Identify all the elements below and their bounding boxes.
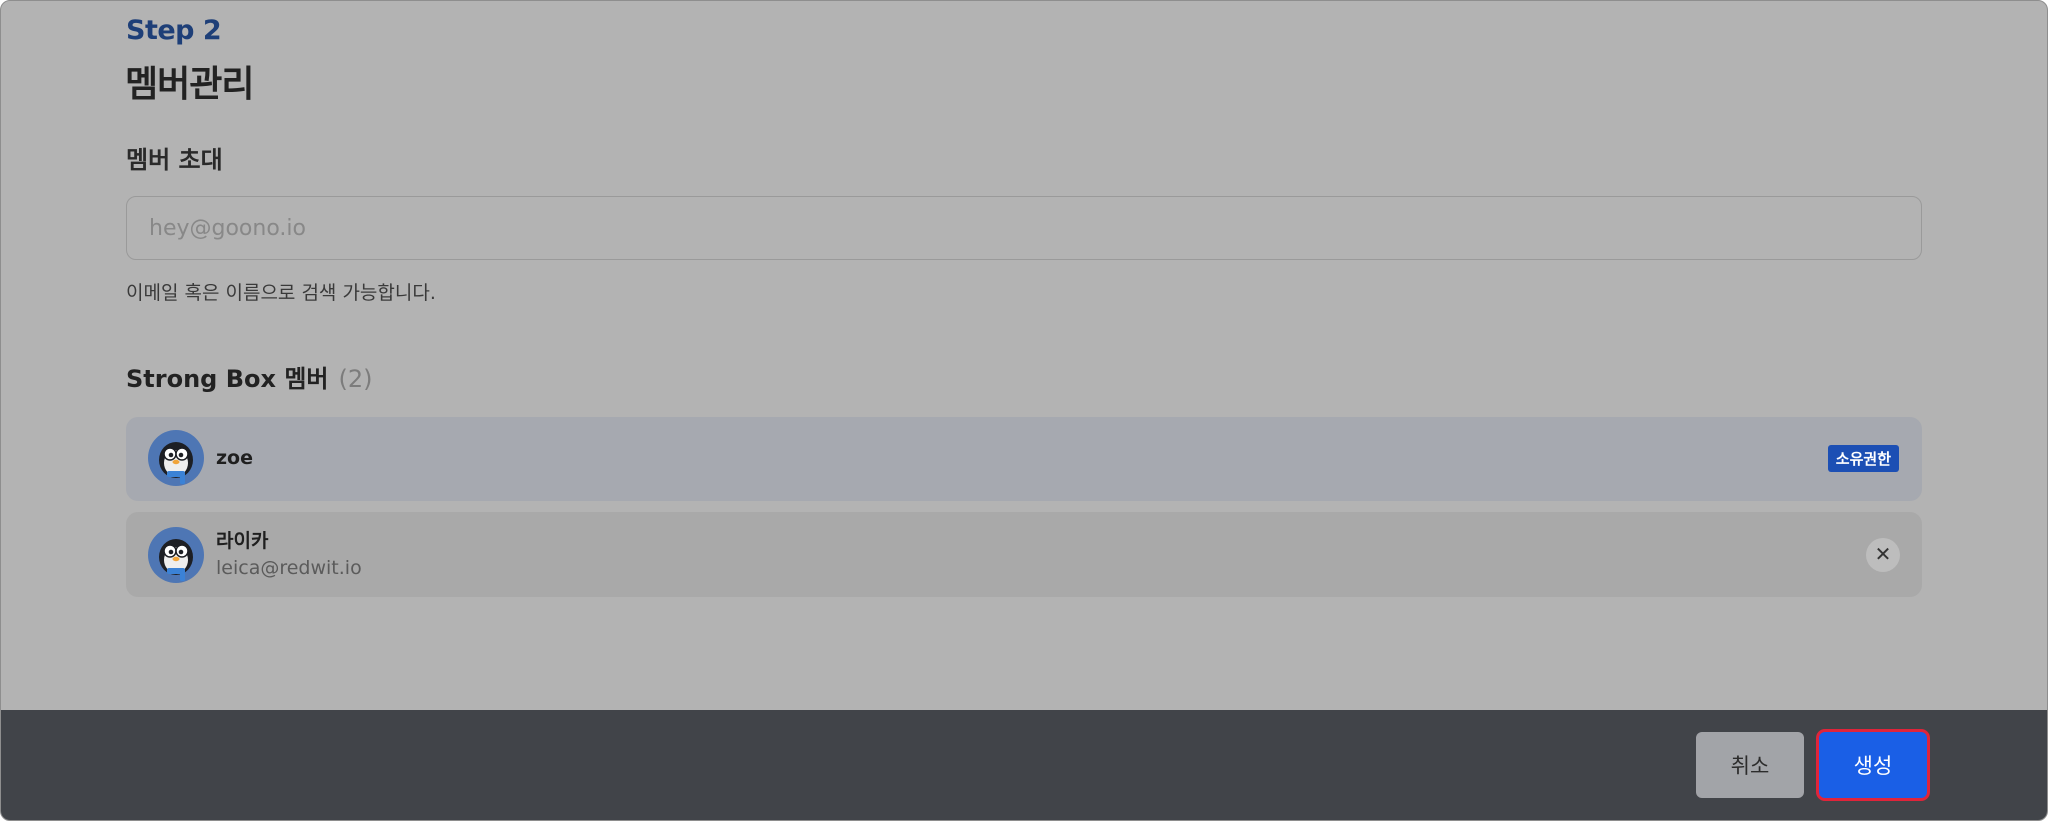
modal-content: Step 2 멤버관리 멤버 초대 이메일 혹은 이름으로 검색 가능합니다. …	[1, 1, 2047, 710]
penguin-avatar	[148, 430, 204, 486]
create-button[interactable]: 생성	[1819, 732, 1927, 798]
members-count: (2)	[338, 365, 373, 393]
modal-window: Step 2 멤버관리 멤버 초대 이메일 혹은 이름으로 검색 가능합니다. …	[0, 0, 2048, 821]
step-indicator: Step 2	[126, 15, 222, 46]
penguin-avatar	[148, 527, 204, 583]
member-name: 라이카	[216, 530, 269, 552]
invite-section-label: 멤버 초대	[126, 146, 223, 174]
remove-member-button[interactable]: ✕	[1866, 538, 1900, 572]
member-email: leica@redwit.io	[216, 557, 362, 579]
search-hint: 이메일 혹은 이름으로 검색 가능합니다.	[126, 282, 436, 304]
member-row-owner: zoe 소유권한	[126, 417, 1922, 501]
member-row: 라이카 leica@redwit.io ✕	[126, 512, 1922, 597]
owner-badge: 소유권한	[1827, 445, 1899, 472]
page-title: 멤버관리	[125, 64, 254, 105]
close-icon: ✕	[1874, 544, 1892, 566]
members-title-label: Strong Box 멤버	[126, 365, 329, 393]
cancel-button[interactable]: 취소	[1696, 732, 1804, 798]
modal-footer: 취소 생성	[1, 710, 2047, 820]
member-search-input[interactable]	[126, 196, 1922, 260]
member-name: zoe	[216, 447, 253, 469]
members-section-title: Strong Box 멤버 (2)	[126, 359, 372, 394]
